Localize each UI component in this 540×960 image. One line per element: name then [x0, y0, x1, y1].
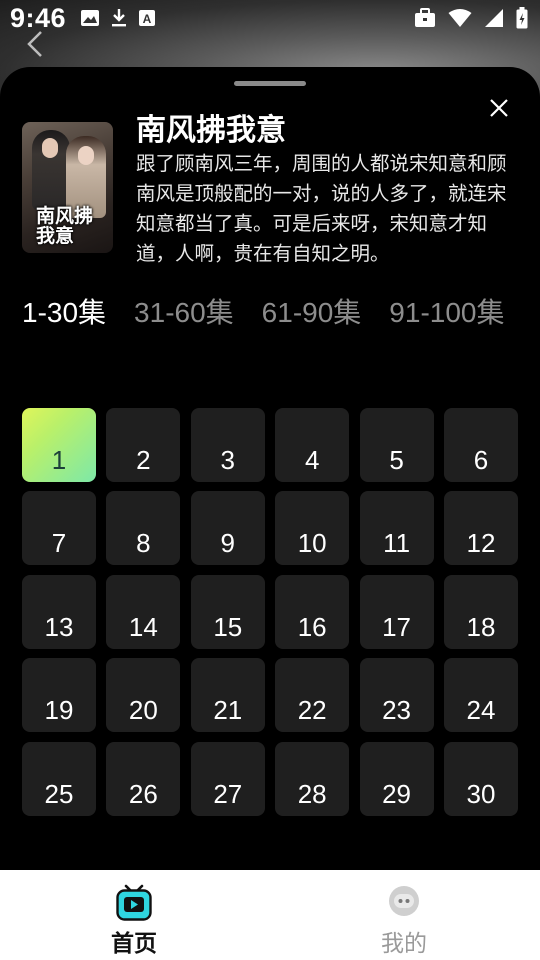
episode-button[interactable]: 9	[190, 491, 265, 566]
tv-icon	[116, 884, 152, 921]
episode-sheet: 南风拂我意 南风拂我意 跟了顾南风三年，周围的人都说宋知意和顾南风是顶般配的一对…	[0, 67, 540, 870]
episode-button[interactable]: 12	[443, 491, 518, 566]
text-a-icon: A	[139, 10, 156, 26]
image-icon	[81, 10, 100, 26]
episode-button[interactable]: 10	[275, 491, 350, 566]
episode-button[interactable]: 7	[22, 491, 96, 566]
episode-button[interactable]: 24	[443, 658, 518, 733]
poster-face	[42, 138, 58, 158]
status-time: 9:46	[10, 2, 67, 33]
episode-button[interactable]: 16	[275, 574, 350, 649]
episode-button[interactable]: 21	[190, 658, 265, 733]
episode-button[interactable]: 8	[106, 491, 181, 566]
show-poster[interactable]: 南风拂我意	[22, 122, 113, 253]
poster-face	[78, 146, 94, 165]
sheet-drag-handle[interactable]	[234, 81, 306, 86]
nav-me-label: 我的	[381, 930, 427, 956]
nav-me[interactable]: 我的	[334, 870, 474, 960]
episode-button[interactable]: 15	[190, 574, 265, 649]
wifi-icon	[448, 9, 472, 27]
tab-range-1-30[interactable]: 1-30集	[22, 295, 106, 331]
signal-icon	[485, 9, 503, 27]
tab-range-91-100[interactable]: 91-100集	[389, 295, 504, 331]
episode-button[interactable]: 20	[106, 658, 181, 733]
episode-button[interactable]: 6	[443, 408, 518, 482]
episode-button[interactable]: 3	[190, 408, 265, 482]
episode-button[interactable]: 17	[359, 574, 434, 649]
download-icon	[112, 9, 127, 27]
episode-button[interactable]: 28	[275, 741, 350, 816]
status-bar: 9:46 A	[0, 0, 540, 36]
episode-button[interactable]: 1	[22, 408, 96, 482]
show-title: 南风拂我意	[136, 114, 286, 147]
tab-range-61-90[interactable]: 61-90集	[262, 295, 362, 331]
svg-text:A: A	[143, 12, 152, 26]
episode-button[interactable]: 11	[359, 491, 434, 566]
close-icon	[490, 99, 508, 117]
battery-icon	[516, 7, 528, 29]
show-synopsis: 跟了顾南风三年，周围的人都说宋知意和顾南风是顶般配的一对，说的人多了，就连宋知意…	[136, 153, 507, 265]
episode-grid: 1 2 3 4 5 6 7 8 9 10 11 12 13 14 15 16 1…	[22, 408, 518, 816]
episode-button[interactable]: 22	[275, 658, 350, 733]
episode-button[interactable]: 4	[275, 408, 350, 482]
episode-button[interactable]: 18	[443, 574, 518, 649]
episode-button[interactable]: 2	[106, 408, 181, 482]
episode-button[interactable]: 19	[22, 658, 96, 733]
episode-button[interactable]: 27	[190, 741, 265, 816]
episode-button[interactable]: 30	[443, 741, 518, 816]
episode-range-tabs: 1-30集 31-60集 61-90集 91-100集	[22, 295, 522, 331]
close-button[interactable]	[484, 93, 514, 123]
briefcase-icon	[415, 8, 435, 27]
episode-button[interactable]: 13	[22, 574, 96, 649]
bottom-nav: 首页 我的	[0, 870, 540, 960]
episode-button[interactable]: 25	[22, 741, 96, 816]
episode-button[interactable]: 26	[106, 741, 181, 816]
robot-face-icon	[389, 886, 419, 916]
tab-range-31-60[interactable]: 31-60集	[134, 295, 234, 331]
episode-button[interactable]: 5	[359, 408, 434, 482]
episode-button[interactable]: 29	[359, 741, 434, 816]
episode-button[interactable]: 23	[359, 658, 434, 733]
poster-title: 南风拂我意	[36, 205, 94, 247]
episode-button[interactable]: 14	[106, 574, 181, 649]
nav-home[interactable]: 首页	[64, 870, 204, 960]
nav-home-label: 首页	[111, 930, 157, 956]
